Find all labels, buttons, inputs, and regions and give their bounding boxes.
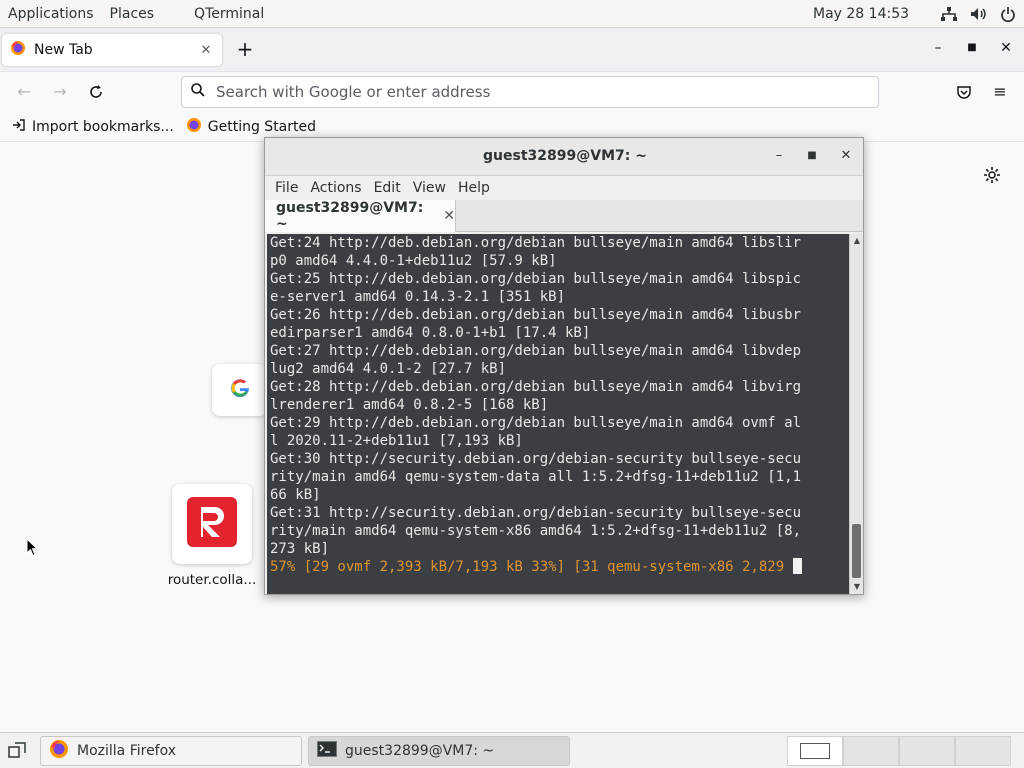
- router-shortcut-label[interactable]: router.colla...: [160, 572, 264, 588]
- terminal-line: lrenderer1 amd64 0.8.2-5 [168 kB]: [270, 397, 549, 413]
- terminal-output[interactable]: Get:24 http://deb.debian.org/debian bull…: [267, 234, 849, 594]
- tab-bar: New Tab ✕ + – ■ ✕: [0, 28, 1024, 72]
- maximize-icon[interactable]: ■: [962, 42, 982, 53]
- workspace-4[interactable]: [955, 736, 1011, 766]
- terminal-line: rity/main amd64 qemu-system-data all 1:5…: [270, 469, 802, 485]
- terminal-line: Get:30 http://security.debian.org/debian…: [270, 451, 802, 467]
- terminal-close-icon[interactable]: ✕: [837, 148, 855, 163]
- import-bookmarks-link[interactable]: Import bookmarks...: [12, 118, 174, 136]
- menu-actions[interactable]: Actions: [304, 180, 367, 196]
- back-arrow-icon[interactable]: ←: [14, 82, 34, 102]
- terminal-tab[interactable]: guest32899@VM7: ~ ✕: [265, 200, 456, 232]
- google-logo-icon: [229, 377, 251, 403]
- terminal-minimize-icon[interactable]: –: [770, 148, 788, 163]
- firefox-logo-icon: [10, 40, 26, 60]
- close-tab-icon[interactable]: ✕: [196, 43, 216, 58]
- terminal-line: Get:26 http://deb.debian.org/debian bull…: [270, 307, 802, 323]
- terminal-line: edirparser1 amd64 0.8.0-1+b1 [17.4 kB]: [270, 325, 591, 341]
- workspace-2[interactable]: [843, 736, 899, 766]
- terminal-menubar: File Actions Edit View Help: [265, 176, 863, 200]
- qterminal-window: guest32899@VM7: ~ – ■ ✕ File Actions Edi…: [264, 137, 864, 595]
- terminal-line: Get:27 http://deb.debian.org/debian bull…: [270, 343, 802, 359]
- terminal-line: l 2020.11-2+deb11u1 [7,193 kB]: [270, 433, 523, 449]
- router-logo-icon: [187, 497, 237, 551]
- workspace-1[interactable]: [787, 736, 843, 766]
- import-icon: [12, 118, 26, 136]
- reload-icon[interactable]: [86, 82, 106, 102]
- workspace-3[interactable]: [899, 736, 955, 766]
- terminal-maximize-icon[interactable]: ■: [803, 150, 821, 161]
- pocket-icon[interactable]: [954, 82, 974, 102]
- terminal-titlebar[interactable]: guest32899@VM7: ~ – ■ ✕: [265, 138, 863, 176]
- qterminal-menu[interactable]: QTerminal: [162, 0, 272, 28]
- task-firefox-label: Mozilla Firefox: [77, 743, 177, 759]
- scrollbar-thumb[interactable]: [852, 524, 861, 578]
- top-panel: Applications Places QTerminal May 28 14:…: [0, 0, 1024, 28]
- forward-arrow-icon[interactable]: →: [50, 82, 70, 102]
- download-progress-line: 57% [29 ovmf 2,393 kB/7,193 kB 33%] [31 …: [270, 559, 793, 575]
- close-window-icon[interactable]: ✕: [996, 40, 1016, 56]
- tab-new-tab[interactable]: New Tab ✕: [2, 34, 222, 66]
- terminal-tab-row: guest32899@VM7: ~ ✕: [265, 200, 863, 232]
- hamburger-menu-icon[interactable]: ≡: [990, 82, 1010, 102]
- scroll-down-icon[interactable]: ▼: [850, 580, 864, 594]
- volume-icon[interactable]: [970, 6, 988, 22]
- firefox-task-icon: [49, 739, 69, 763]
- terminal-line: Get:31 http://security.debian.org/debian…: [270, 505, 802, 521]
- terminal-line: 66 kB]: [270, 487, 321, 503]
- nav-bar: ← → Search with Google or enter address …: [0, 72, 1024, 112]
- menu-edit[interactable]: Edit: [368, 180, 407, 196]
- task-firefox[interactable]: Mozilla Firefox: [40, 736, 302, 766]
- getting-started-label: Getting Started: [207, 118, 317, 135]
- settings-gear-icon[interactable]: [983, 166, 1001, 188]
- terminal-line: Get:28 http://deb.debian.org/debian bull…: [270, 379, 802, 395]
- show-desktop-icon[interactable]: [8, 742, 26, 764]
- getting-started-link[interactable]: Getting Started: [186, 117, 316, 137]
- terminal-line: p0 amd64 4.4.0-1+deb11u2 [57.9 kB]: [270, 253, 557, 269]
- terminal-scrollbar[interactable]: ▲ ▼: [849, 234, 863, 594]
- address-placeholder: Search with Google or enter address: [216, 83, 491, 101]
- system-tray: [940, 0, 1016, 28]
- terminal-line: e-server1 amd64 0.14.3-2.1 [351 kB]: [270, 289, 566, 305]
- power-icon[interactable]: [1000, 6, 1016, 22]
- places-menu[interactable]: Places: [102, 0, 163, 28]
- applications-menu[interactable]: Applications: [0, 0, 102, 28]
- terminal-task-icon: [317, 741, 337, 761]
- terminal-line: Get:29 http://deb.debian.org/debian bull…: [270, 415, 802, 431]
- firefox-favicon-icon: [186, 117, 202, 137]
- terminal-line: rity/main amd64 qemu-system-x86 amd64 1:…: [270, 523, 802, 539]
- minimize-icon[interactable]: –: [928, 40, 948, 56]
- task-terminal[interactable]: guest32899@VM7: ~: [308, 736, 570, 766]
- new-tab-button[interactable]: +: [234, 38, 256, 60]
- menu-file[interactable]: File: [269, 180, 304, 196]
- address-bar[interactable]: Search with Google or enter address: [181, 76, 879, 108]
- tab-title: New Tab: [34, 42, 93, 58]
- menu-view[interactable]: View: [407, 180, 452, 196]
- taskbar: Mozilla Firefox guest32899@VM7: ~: [0, 732, 1024, 768]
- import-bookmarks-label: Import bookmarks...: [32, 118, 174, 135]
- terminal-tab-label: guest32899@VM7: ~: [276, 200, 424, 232]
- menu-help[interactable]: Help: [452, 180, 496, 196]
- scroll-up-icon[interactable]: ▲: [850, 234, 864, 248]
- google-shortcut[interactable]: [212, 364, 268, 416]
- close-terminal-tab-icon[interactable]: ✕: [443, 208, 455, 224]
- terminal-line: 273 kB]: [270, 541, 330, 557]
- terminal-line: lug2 amd64 4.0.1-2 [27.7 kB]: [270, 361, 507, 377]
- terminal-line: Get:24 http://deb.debian.org/debian bull…: [270, 235, 802, 251]
- task-terminal-label: guest32899@VM7: ~: [345, 743, 495, 759]
- terminal-line: Get:25 http://deb.debian.org/debian bull…: [270, 271, 802, 287]
- mouse-cursor-icon: [26, 537, 39, 562]
- workspace-window-preview: [800, 743, 830, 759]
- clock[interactable]: May 28 14:53: [813, 0, 909, 28]
- router-shortcut[interactable]: [172, 484, 252, 564]
- network-icon[interactable]: [940, 6, 958, 22]
- search-icon: [190, 82, 206, 102]
- terminal-cursor: [792, 558, 802, 574]
- terminal-lines: Get:24 http://deb.debian.org/debian bull…: [267, 234, 849, 576]
